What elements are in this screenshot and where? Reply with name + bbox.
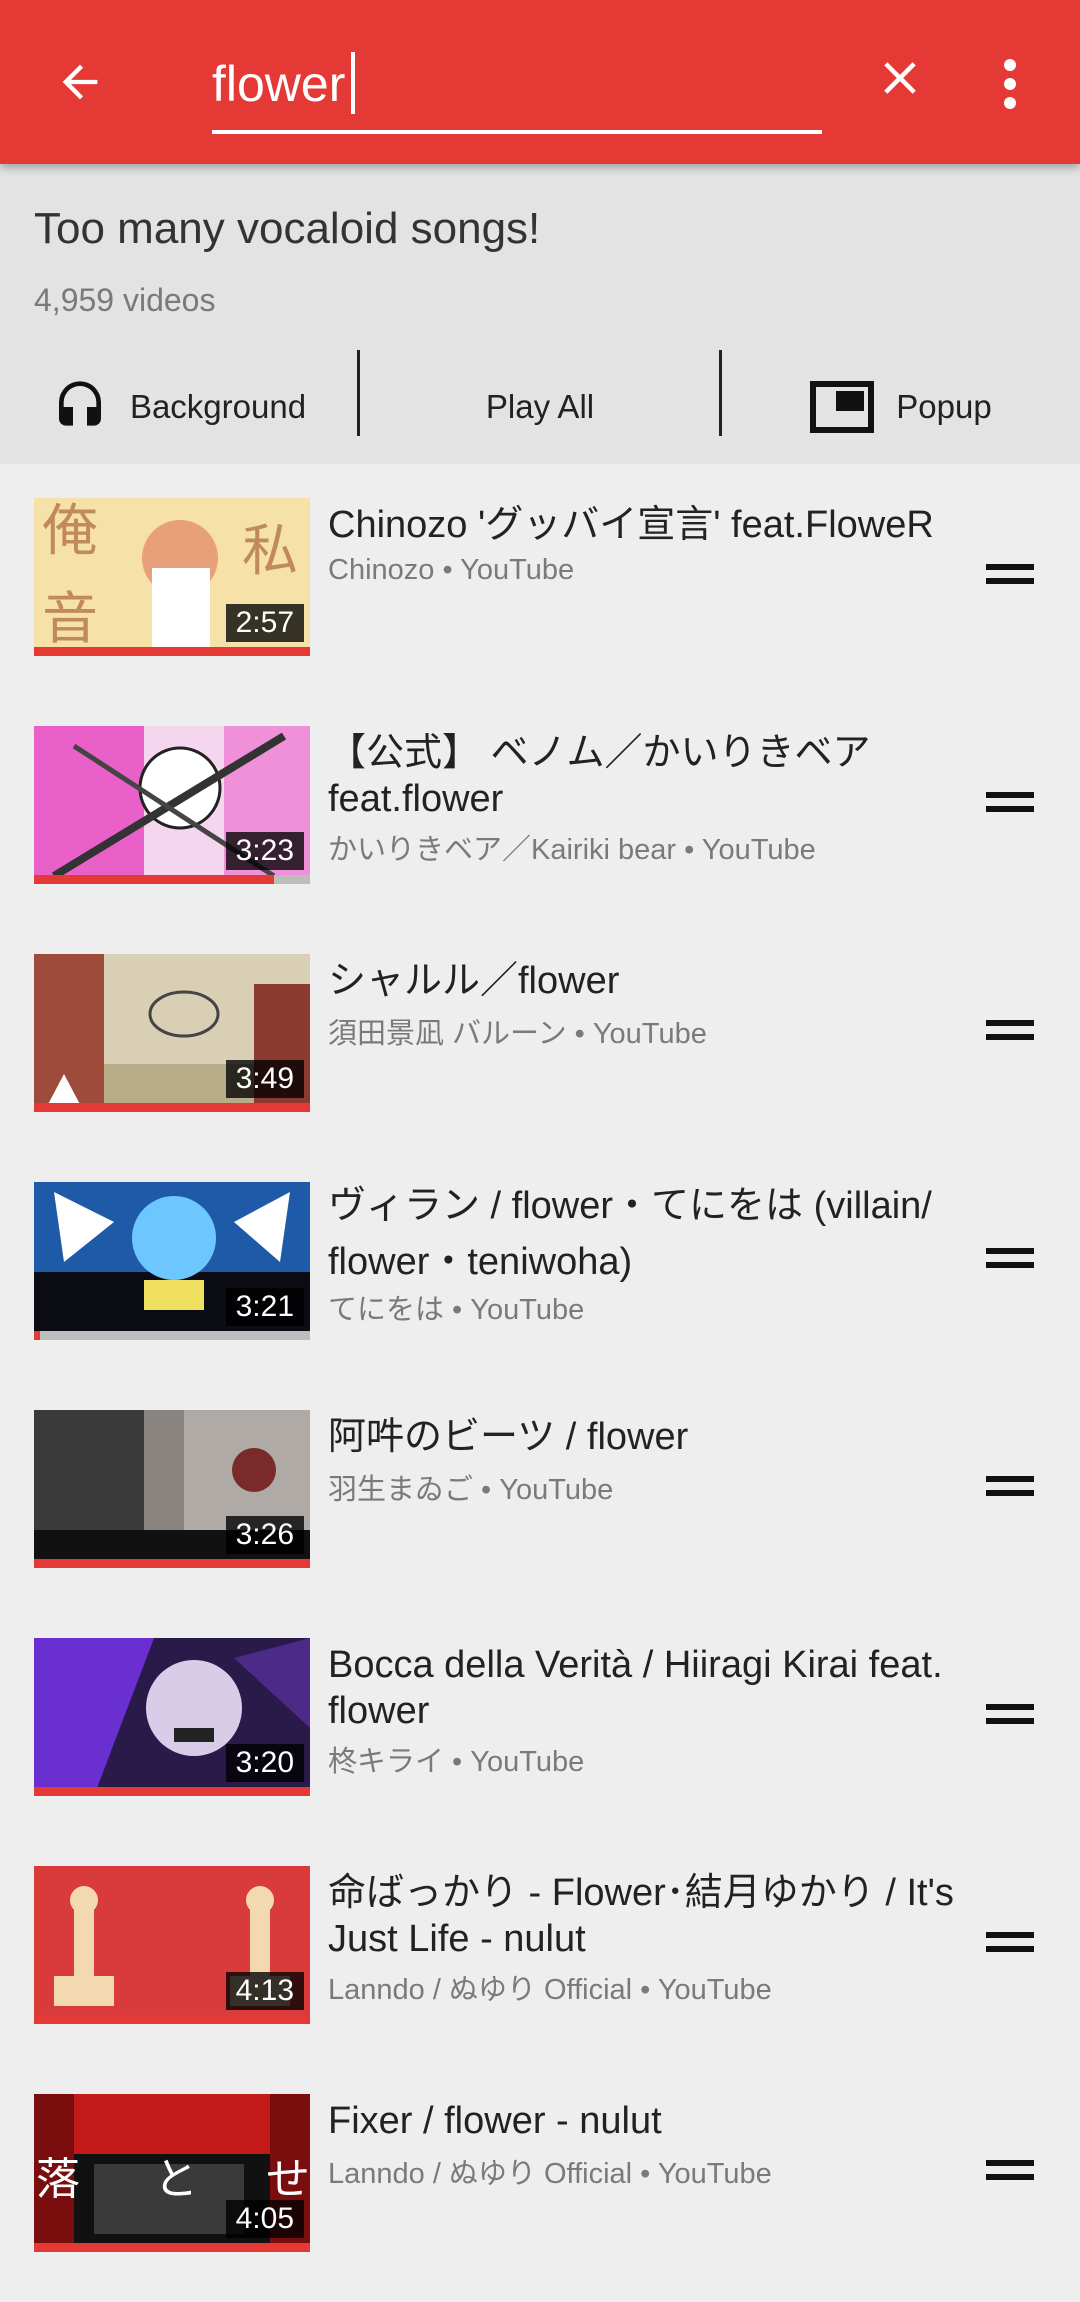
- playlist-title: Too many vocaloid songs!: [34, 204, 541, 253]
- watch-progress-fill: [34, 1787, 310, 1796]
- drag-handle-icon[interactable]: [986, 1476, 1034, 1504]
- watch-progress: [34, 647, 310, 656]
- close-icon: [884, 62, 916, 94]
- playlist-actions: Background Play All Popup: [0, 350, 1080, 464]
- video-subtitle: 柊キライ • YouTube: [328, 1746, 585, 1778]
- play-popup-button[interactable]: Popup: [722, 350, 1080, 464]
- drag-handle-icon[interactable]: [986, 1932, 1034, 1960]
- watch-progress-fill: [34, 875, 275, 884]
- video-duration: 3:49: [225, 1060, 304, 1098]
- video-thumbnail: 落 と せ 4:05: [34, 2094, 310, 2252]
- watch-progress-fill: [34, 1103, 310, 1112]
- text-caret: [351, 52, 355, 114]
- video-title: 阿吽のビーツ / flower: [328, 1416, 689, 1458]
- svg-text:と: と: [154, 2154, 198, 2205]
- popup-icon: [810, 381, 875, 433]
- play-all-button[interactable]: Play All: [360, 350, 720, 464]
- video-duration: 3:23: [225, 832, 304, 870]
- video-duration: 4:05: [225, 2200, 304, 2238]
- video-list-item[interactable]: 4:13 命ばっかり - Flower･結月ゆかり / It's Just Li…: [0, 1832, 1080, 2060]
- video-duration: 3:26: [225, 1516, 304, 1554]
- watch-progress: [34, 1787, 310, 1796]
- video-thumbnail: 3:20: [34, 1638, 310, 1796]
- video-thumbnail: 3:26: [34, 1410, 310, 1568]
- video-title: ヴィラン / flower・てにをは (villain/ flower・teni…: [328, 1185, 932, 1283]
- video-subtitle: てにをは • YouTube: [328, 1294, 585, 1326]
- svg-text:音: 音: [42, 587, 98, 652]
- watch-progress-fill: [34, 1331, 40, 1340]
- watch-progress-fill: [34, 2243, 310, 2252]
- watch-progress: [34, 875, 310, 884]
- popup-label: Popup: [896, 388, 992, 425]
- video-duration: 4:13: [225, 1972, 304, 2010]
- video-list-item[interactable]: 俺 私 音 2:57 Chinozo 'グッバイ宣言' feat.FloweR …: [0, 464, 1080, 692]
- video-duration: 3:20: [225, 1744, 304, 1782]
- video-title: 命ばっかり - Flower･結月ゆかり / It's Just Life - …: [328, 1872, 954, 1960]
- drag-handle-icon[interactable]: [986, 1704, 1034, 1732]
- video-subtitle: Lanndo / ぬゆり Official • YouTube: [328, 1974, 772, 2006]
- video-subtitle: 羽生まゐご • YouTube: [328, 1474, 614, 1506]
- search-field[interactable]: [212, 40, 822, 134]
- watch-progress-fill: [34, 1559, 310, 1568]
- video-title: 【公式】 ベノム／かいりきベア feat.flower: [328, 732, 871, 820]
- clear-search-button[interactable]: [860, 38, 940, 118]
- arrow-back-icon: [62, 64, 98, 100]
- play-all-label: Play All: [485, 388, 595, 425]
- video-title: Fixer / flower - nulut: [328, 2100, 662, 2142]
- video-subtitle: かいりきベア／Kairiki bear • YouTube: [328, 834, 816, 866]
- video-thumbnail: 俺 私 音 2:57: [34, 498, 310, 656]
- video-duration: 2:57: [225, 604, 304, 642]
- video-list-item[interactable]: 3:20 Bocca della Verità / Hiiragi Kirai …: [0, 1604, 1080, 1832]
- drag-handle-icon[interactable]: [986, 792, 1034, 820]
- svg-text:私: 私: [242, 519, 298, 584]
- svg-text:せ: せ: [266, 2154, 310, 2205]
- video-subtitle: 須田景凪 バルーン • YouTube: [328, 1018, 707, 1050]
- video-list-item[interactable]: 3:26 阿吽のビーツ / flower 羽生まゐご • YouTube: [0, 1376, 1080, 1604]
- drag-handle-icon[interactable]: [986, 564, 1034, 592]
- video-thumbnail: 3:23: [34, 726, 310, 884]
- watch-progress: [34, 2015, 310, 2024]
- watch-progress-fill: [34, 2015, 310, 2024]
- svg-text:落: 落: [36, 2154, 80, 2205]
- video-thumbnail: 3:49: [34, 954, 310, 1112]
- watch-progress: [34, 2243, 310, 2252]
- video-title: Bocca della Verità / Hiiragi Kirai feat.…: [328, 1644, 943, 1732]
- overflow-menu-button[interactable]: [980, 44, 1040, 124]
- watch-progress: [34, 1103, 310, 1112]
- video-title: シャルル／flower: [328, 960, 620, 1002]
- watch-progress-fill: [34, 647, 310, 656]
- video-duration: 3:21: [225, 1288, 304, 1326]
- video-subtitle: Lanndo / ぬゆり Official • YouTube: [328, 2158, 772, 2190]
- watch-progress: [34, 1559, 310, 1568]
- search-input[interactable]: [212, 46, 812, 122]
- video-list-item[interactable]: 3:23 【公式】 ベノム／かいりきベア feat.flower かいりきベア／…: [0, 692, 1080, 920]
- back-button[interactable]: [40, 42, 120, 122]
- playlist-header: Too many vocaloid songs! 4,959 videos Ba…: [0, 164, 1080, 464]
- video-list-item[interactable]: 3:21 ヴィラン / flower・てにをは (villain/ flower…: [0, 1148, 1080, 1376]
- app-bar: [0, 0, 1080, 164]
- video-list-item[interactable]: 落 と せ 4:05 Fixer / flower - nulut Lanndo…: [0, 2060, 1080, 2288]
- drag-handle-icon[interactable]: [986, 2160, 1034, 2188]
- drag-handle-icon[interactable]: [986, 1248, 1034, 1276]
- svg-text:俺: 俺: [42, 499, 98, 564]
- video-title: Chinozo 'グッバイ宣言' feat.FloweR: [328, 504, 934, 546]
- play-background-button[interactable]: Background: [0, 350, 358, 464]
- background-label: Background: [129, 388, 307, 425]
- drag-handle-icon[interactable]: [986, 1020, 1034, 1048]
- video-subtitle: Chinozo • YouTube: [328, 554, 575, 586]
- headphones-icon: [52, 379, 108, 435]
- more-vert-icon: [1004, 59, 1016, 109]
- video-list-item[interactable]: 3:49 シャルル／flower 須田景凪 バルーン • YouTube: [0, 920, 1080, 1148]
- playlist-video-count: 4,959 videos: [34, 282, 216, 318]
- watch-progress: [34, 1331, 310, 1340]
- video-thumbnail: 3:21: [34, 1182, 310, 1340]
- video-thumbnail: 4:13: [34, 1866, 310, 2024]
